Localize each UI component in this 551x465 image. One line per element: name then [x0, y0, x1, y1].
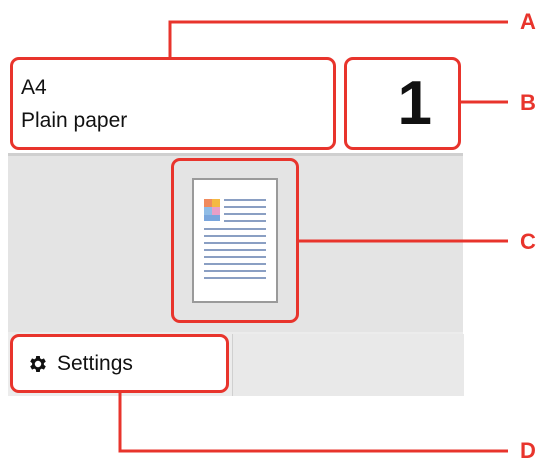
settings-button[interactable]: Settings: [10, 334, 229, 393]
preview-button[interactable]: [171, 158, 299, 323]
paper-settings-button[interactable]: A4 Plain paper: [10, 57, 336, 150]
copies-button[interactable]: 1: [344, 57, 461, 150]
settings-label: Settings: [57, 351, 133, 375]
paper-type-label: Plain paper: [21, 109, 128, 132]
callout-a: A: [520, 9, 536, 34]
document-preview-icon: [192, 178, 278, 303]
document-preview-graphic: [204, 199, 266, 279]
bottom-right-area: [232, 334, 464, 396]
callout-b: B: [520, 90, 536, 115]
divider: [8, 153, 463, 156]
gear-icon: [27, 353, 49, 375]
copy-screen-diagram: A4 Plain paper 1 Settings A B C D: [0, 0, 551, 465]
paper-size-label: A4: [21, 76, 47, 99]
copies-count: 1: [397, 69, 432, 138]
callout-c: C: [520, 229, 536, 254]
callout-d: D: [520, 438, 536, 463]
